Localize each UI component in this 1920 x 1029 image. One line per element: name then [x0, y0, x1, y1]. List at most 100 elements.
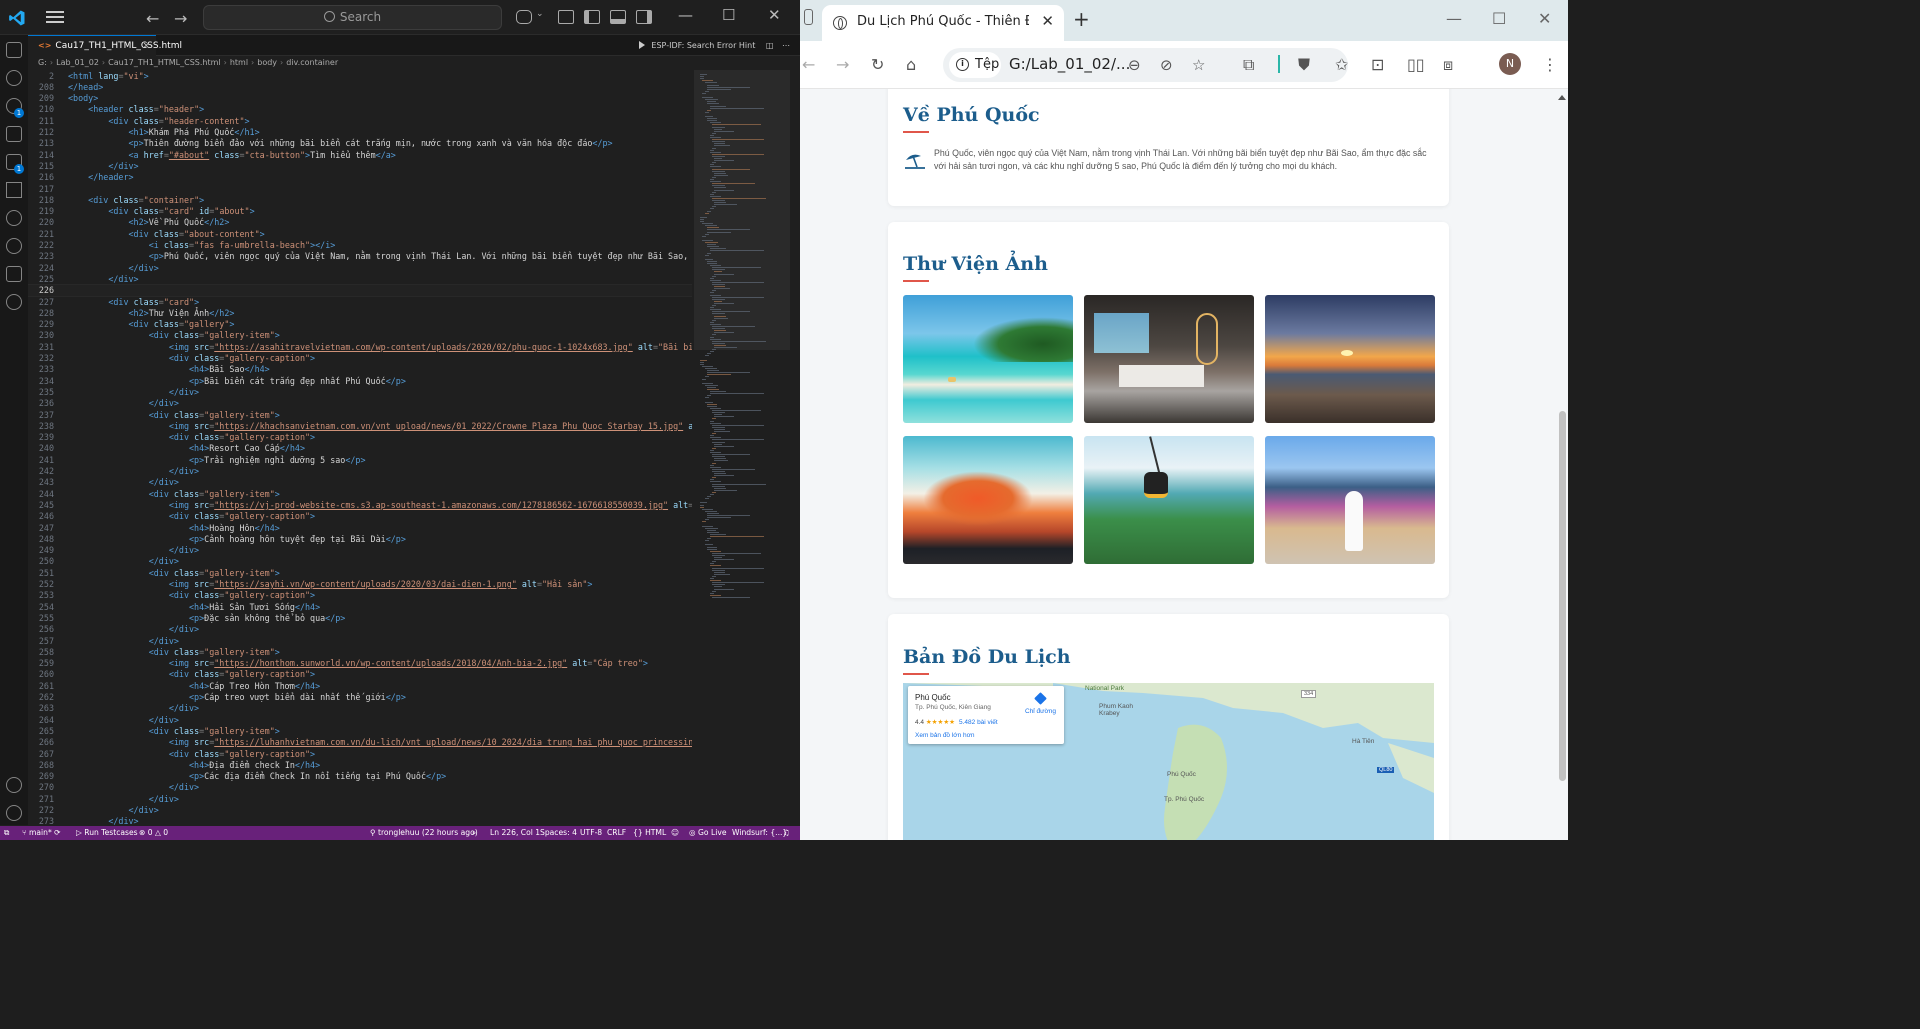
google-map-embed[interactable]: Phú Quốc Tp. Phú Quốc, Kiên Giang 4.4 ★★… [903, 683, 1434, 840]
reload-icon[interactable]: ↻ [871, 55, 884, 74]
code-line[interactable]: 219 <div class="card" id="about"> [28, 206, 692, 217]
incognito-extension-icon[interactable]: ⛊ [1298, 55, 1310, 75]
minimap[interactable] [694, 70, 790, 825]
browser-back-icon[interactable]: ← [802, 55, 815, 74]
browser-forward-icon[interactable]: → [836, 55, 849, 74]
code-line[interactable]: 2 <html lang="vi"> [28, 71, 692, 82]
code-line[interactable]: 270 </div> [28, 782, 692, 793]
code-line[interactable]: 256 </div> [28, 624, 692, 635]
code-line[interactable]: 265 <div class="gallery-item"> [28, 726, 692, 737]
map-reviews-link[interactable]: 5.482 bài viết [959, 719, 998, 726]
code-line[interactable]: 235 </div> [28, 387, 692, 398]
bug-extension-icon[interactable] [6, 210, 22, 226]
code-line[interactable]: 241 <p>Trải nghiệm nghỉ dưỡng 5 sao</p> [28, 455, 692, 466]
code-line[interactable]: 232 <div class="gallery-caption"> [28, 353, 692, 364]
account-icon[interactable] [6, 777, 22, 793]
code-line[interactable]: 233 <h4>Bãi Sao</h4> [28, 364, 692, 375]
esp-idf-hint[interactable]: ESP-IDF: Search Error Hint [651, 41, 755, 50]
gallery-item-checkin[interactable] [1265, 436, 1435, 564]
tab-cau17-html[interactable]: <> Cau17_TH1_HTML_CSS.html × [28, 35, 182, 56]
code-line[interactable]: 259 <img src="https://honthom.sunworld.v… [28, 658, 692, 669]
breadcrumb-item[interactable]: Lab_01_02 [56, 58, 99, 67]
zoom-out-icon[interactable]: ⊖ [1128, 56, 1141, 74]
maximize-icon[interactable]: ☐ [722, 6, 735, 24]
code-line[interactable]: 208 </head> [28, 82, 692, 93]
code-line[interactable]: 273 </div> [28, 816, 692, 825]
breadcrumb-item[interactable]: div.container [286, 58, 338, 67]
code-line[interactable]: 228 <h2>Thư Viện Ảnh</h2> [28, 308, 692, 319]
url-text[interactable]: G:/Lab_01_02/... [1009, 55, 1130, 73]
code-line[interactable]: 236 </div> [28, 398, 692, 409]
code-line[interactable]: 263 </div> [28, 703, 692, 714]
split-editor-icon[interactable]: ◫ [766, 41, 774, 50]
run-testcases[interactable]: ▷ Run Testcases [76, 826, 138, 840]
code-line[interactable]: 238 <img src="https://khachsanvietnam.co… [28, 421, 692, 432]
code-line[interactable]: 211 <div class="header-content"> [28, 116, 692, 127]
scrollbar-thumb[interactable] [1559, 411, 1566, 781]
browser-maximize-icon[interactable]: ☐ [1492, 9, 1506, 28]
code-line[interactable]: 267 <div class="gallery-caption"> [28, 749, 692, 760]
espressif-icon[interactable] [6, 294, 22, 310]
code-line[interactable]: 213 <p>Thiên đường biển đảo với những bã… [28, 138, 692, 149]
settings-gear-icon[interactable] [6, 805, 22, 821]
code-line[interactable]: 252 <img src="https://sayhi.vn/wp-conten… [28, 579, 692, 590]
copilot-chevron-down-icon[interactable]: ⌄ [536, 9, 544, 19]
indentation[interactable]: Spaces: 4 [540, 826, 577, 840]
code-line[interactable]: 230 <div class="gallery-item"> [28, 330, 692, 341]
git-blame[interactable]: ⚲ tronglehuu (22 hours ago) [370, 826, 478, 840]
code-line[interactable]: 237 <div class="gallery-item"> [28, 410, 692, 421]
toggle-panel-icon[interactable] [610, 10, 626, 24]
code-line[interactable]: 220 <h2>Về Phú Quốc</h2> [28, 217, 692, 228]
browser-tab-active[interactable]: Du Lịch Phú Quốc - Thiên Đường ✕ [822, 5, 1064, 41]
code-line[interactable]: 231 <img src="https://asahitravelvietnam… [28, 342, 692, 353]
code-line[interactable]: 246 <div class="gallery-caption"> [28, 511, 692, 522]
breadcrumb-item[interactable]: Cau17_TH1_HTML_CSS.html [108, 58, 221, 67]
bookmark-star-icon[interactable]: ☆ [1192, 56, 1205, 74]
stats-icon[interactable] [6, 266, 22, 282]
code-line[interactable]: 225 </div> [28, 274, 692, 285]
code-line[interactable]: 253 <div class="gallery-caption"> [28, 590, 692, 601]
reading-mode-icon[interactable]: ▯▯ [1407, 55, 1425, 74]
favorites-icon[interactable]: ✩ [1335, 55, 1348, 74]
editor-scrollbar[interactable] [790, 70, 800, 825]
tracking-protection-icon[interactable]: ⊘ [1160, 56, 1173, 74]
code-line[interactable]: 271 </div> [28, 794, 692, 805]
code-line[interactable]: 257 </div> [28, 636, 692, 647]
code-line[interactable]: 248 <p>Cảnh hoàng hôn tuyệt đẹp tại Bãi … [28, 534, 692, 545]
code-line[interactable]: 261 <h4>Cáp Treo Hòn Thơm</h4> [28, 681, 692, 692]
language-mode[interactable]: {} HTML [633, 826, 666, 840]
browser-close-icon[interactable]: ✕ [1538, 9, 1551, 28]
gallery-item-cable-car[interactable] [1084, 436, 1254, 564]
profile-avatar[interactable]: N [1499, 53, 1521, 75]
code-line[interactable]: 245 <img src = "https://vj-prod-website-cm… [28, 500, 692, 511]
remote-icon[interactable]: ⧉ [4, 826, 9, 840]
code-line[interactable]: 227 <div class="card"> [28, 297, 692, 308]
code-line[interactable]: 260 <div class="gallery-caption"> [28, 669, 692, 680]
code-line[interactable]: 210 <header class="header"> [28, 104, 692, 115]
code-line[interactable]: 262 <p>Cáp treo vượt biển dài nhất thế g… [28, 692, 692, 703]
run-icon[interactable] [639, 41, 646, 49]
translate-icon[interactable]: ⧈ [1443, 55, 1453, 75]
address-bar[interactable]: i Tệp G:/Lab_01_02/... ⊖ ⊘ ☆ [943, 48, 1348, 82]
code-line[interactable]: 214 <a href="#about" class="cta-button">… [28, 150, 692, 161]
code-line[interactable]: 216 </header> [28, 172, 692, 183]
code-line[interactable]: 218 <div class="container"> [28, 195, 692, 206]
customize-layout-icon[interactable] [558, 10, 574, 24]
code-line[interactable]: 258 <div class="gallery-item"> [28, 647, 692, 658]
code-line[interactable]: 224 </div> [28, 263, 692, 274]
branch-indicator[interactable]: ⑂ main* ⟳ [22, 826, 61, 840]
screenshot-icon[interactable]: ⊡ [1371, 55, 1384, 74]
code-line[interactable]: 250 </div> [28, 556, 692, 567]
code-line[interactable]: 266 <img src="https://luhanhvietnam.com.… [28, 737, 692, 748]
extensions-puzzle-icon[interactable]: ⧉ [1243, 55, 1254, 75]
cursor-position[interactable]: Ln 226, Col 1 [490, 826, 540, 840]
search-view-icon[interactable] [6, 70, 22, 86]
copilot-status-icon[interactable]: ☺ [671, 826, 679, 840]
remote-extension-icon[interactable] [6, 238, 22, 254]
page-scrollbar[interactable] [1556, 89, 1568, 840]
back-arrow-icon[interactable]: ← [146, 9, 159, 28]
minimize-icon[interactable]: — [678, 6, 693, 24]
code-line[interactable]: 254 <h4>Hải Sản Tươi Sống</h4> [28, 602, 692, 613]
wave-extension-icon[interactable] [6, 182, 22, 198]
code-line[interactable]: 247 <h4>Hoàng Hôn</h4> [28, 523, 692, 534]
